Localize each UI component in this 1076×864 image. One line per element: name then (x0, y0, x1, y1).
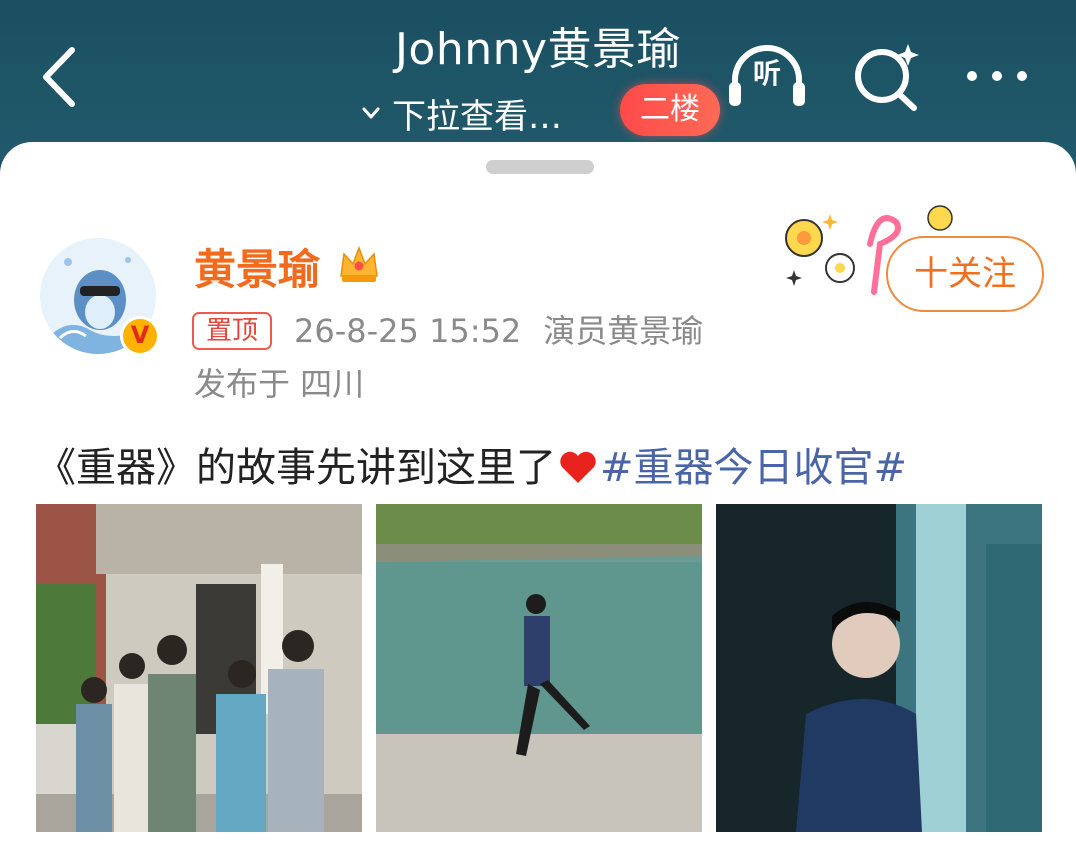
drag-handle[interactable] (486, 160, 594, 174)
follow-button[interactable]: 十关注 (886, 236, 1044, 312)
hashtag-link[interactable]: #重器今日收官# (600, 445, 907, 491)
listen-button[interactable]: 听 (725, 40, 809, 112)
verified-icon: V (120, 316, 160, 356)
post-meta: 26-8-25 15:52 演员黄景瑜 (294, 308, 703, 354)
username[interactable]: 黄景瑜 (194, 242, 320, 298)
post-timestamp: 26-8-25 15:52 (294, 312, 522, 350)
running-by-lake-photo (376, 504, 702, 832)
post-source[interactable]: 演员黄景瑜 (543, 312, 703, 350)
post-card: V 黄景瑜 置顶 26-8-25 15:52 演员黄景瑜 发布于 四川 十关注 《… (0, 142, 1076, 864)
cast-group-photo (36, 504, 362, 832)
back-button[interactable] (36, 44, 86, 110)
listen-label: 听 (752, 57, 781, 90)
back-arrow-icon (43, 47, 75, 107)
post-image-3[interactable] (716, 504, 1042, 832)
crown-icon[interactable] (336, 242, 382, 288)
post-location: 发布于 四川 (194, 365, 365, 403)
page-title: Johnny黄景瑜 (394, 24, 682, 75)
post-text-body: 《重器》的故事先讲到这里了 (36, 445, 556, 491)
man-by-window-photo (716, 504, 1042, 832)
title-area[interactable]: Johnny黄景瑜 (300, 22, 776, 78)
heart-icon (560, 451, 596, 483)
more-dots-icon (967, 71, 1027, 81)
top-bar: Johnny黄景瑜 下拉查看… 二楼 听 (0, 0, 1076, 160)
post-image-1[interactable] (36, 504, 362, 832)
pinned-badge: 置顶 (192, 312, 273, 350)
pull-down-text: 下拉查看… (392, 96, 562, 137)
pull-down-hint[interactable]: 下拉查看… (358, 86, 562, 140)
search-button[interactable] (852, 40, 922, 112)
second-floor-badge[interactable]: 二楼 (620, 84, 720, 136)
post-text: 《重器》的故事先讲到这里了 #重器今日收官# (36, 440, 907, 496)
more-button[interactable] (962, 58, 1032, 94)
post-image-2[interactable] (376, 504, 702, 832)
chevron-down-icon (362, 107, 380, 119)
search-sparkle-icon (855, 44, 919, 111)
